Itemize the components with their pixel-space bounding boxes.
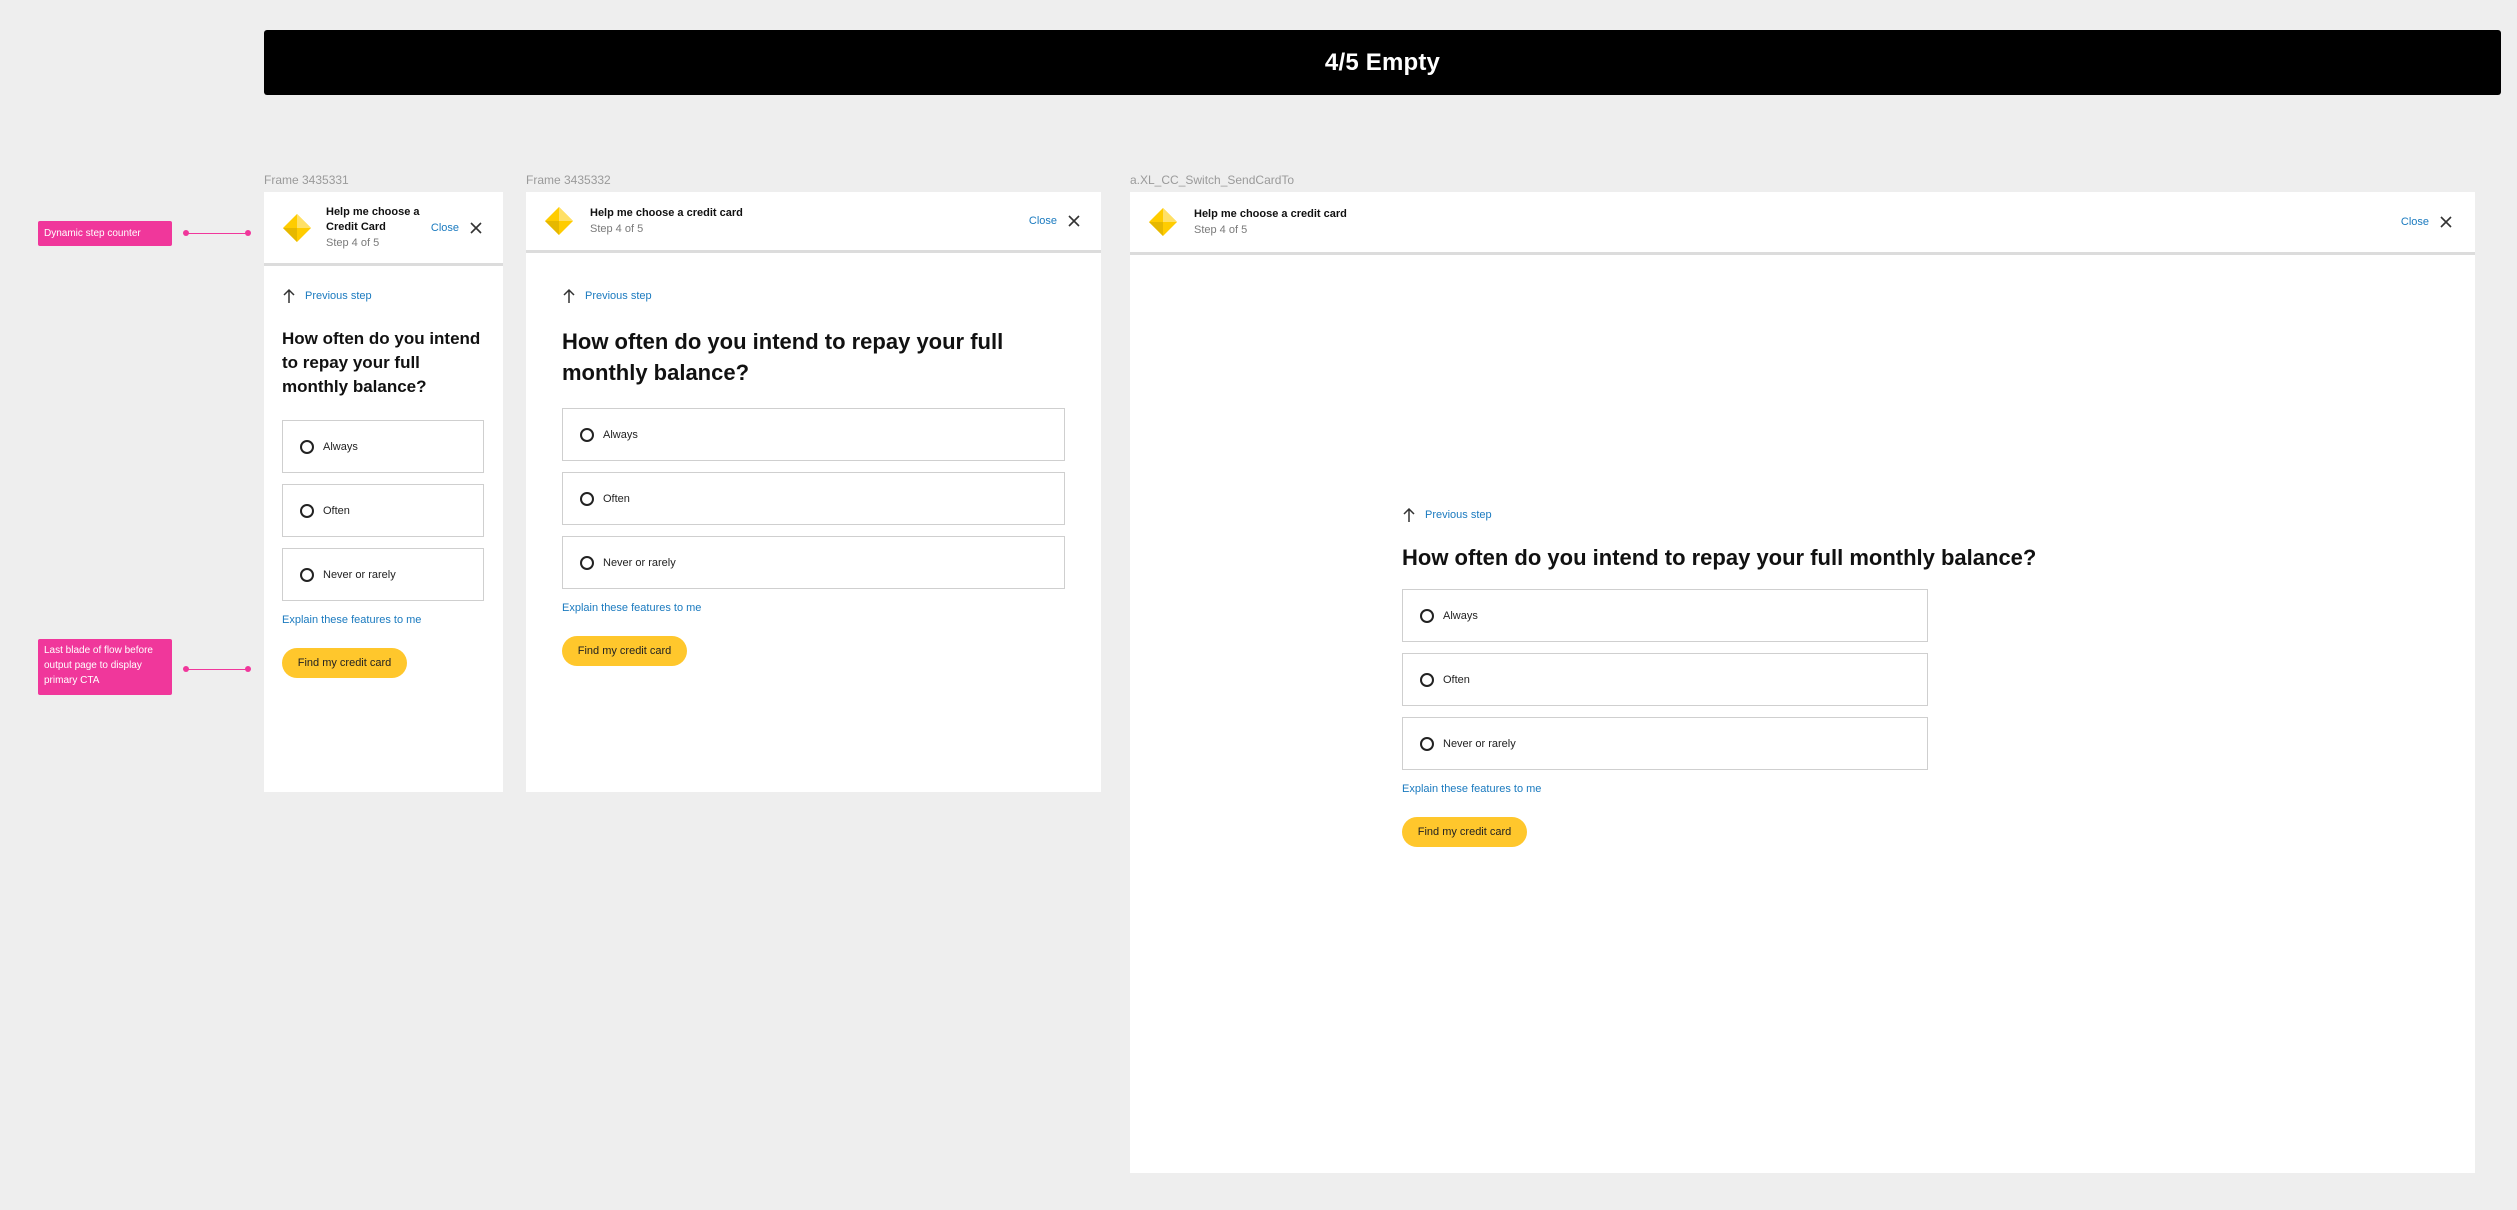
option-label: Never or rarely xyxy=(603,556,676,569)
header-title: Help me choose a Credit Card xyxy=(326,205,420,233)
header-banner: 4/5 Empty xyxy=(264,30,2501,95)
frame-desktop: Help me choose a credit card Step 4 of 5… xyxy=(1130,192,2475,1173)
arrow-up-icon xyxy=(563,288,575,303)
close-label: Close xyxy=(1028,215,1057,227)
question-content: Previous step How often do you intend to… xyxy=(1402,507,2036,907)
previous-step-label: Previous step xyxy=(1425,509,1492,521)
arrow-up-icon xyxy=(283,288,295,303)
find-credit-card-button[interactable]: Find my credit card xyxy=(1402,817,1527,847)
option-never-or-rarely[interactable]: Never or rarely xyxy=(562,536,1065,589)
radio-icon xyxy=(580,555,594,570)
option-often[interactable]: Often xyxy=(1402,653,1928,706)
header-title: Help me choose a credit card xyxy=(1194,207,1347,220)
annotation-dot xyxy=(183,230,189,236)
diamond-logo-icon xyxy=(545,207,573,235)
radio-icon xyxy=(580,491,594,506)
explain-features-link[interactable]: Explain these features to me xyxy=(562,602,701,614)
radio-icon xyxy=(1420,672,1434,687)
header-text: Help me choose a credit card Step 4 of 5 xyxy=(590,206,743,237)
diamond-logo-icon xyxy=(1149,208,1177,236)
frame-label: Frame 3435331 xyxy=(264,173,349,187)
radio-icon xyxy=(1420,736,1434,751)
frame-mobile: Help me choose a Credit Card Step 4 of 5… xyxy=(264,192,503,792)
annotation-connector xyxy=(186,233,248,234)
option-label: Often xyxy=(323,504,350,517)
option-label: Never or rarely xyxy=(1443,737,1516,750)
question-heading: How often do you intend to repay your fu… xyxy=(282,329,481,396)
banner-title: 4/5 Empty xyxy=(1324,48,1441,76)
find-credit-card-button[interactable]: Find my credit card xyxy=(282,648,407,678)
step-counter: Step 4 of 5 xyxy=(1194,223,1248,236)
previous-step-link[interactable]: Previous step xyxy=(562,288,1065,304)
option-often[interactable]: Often xyxy=(562,472,1065,525)
header-title: Help me choose a credit card xyxy=(590,206,743,219)
option-label: Always xyxy=(1443,609,1478,622)
explain-features-link[interactable]: Explain these features to me xyxy=(1402,783,1541,795)
close-icon xyxy=(470,221,482,234)
question-heading: How often do you intend to repay your fu… xyxy=(562,329,1004,385)
previous-step-link[interactable]: Previous step xyxy=(282,288,484,304)
header-text: Help me choose a Credit Card Step 4 of 5 xyxy=(326,205,424,251)
option-often[interactable]: Often xyxy=(282,484,484,537)
close-label: Close xyxy=(430,221,459,234)
option-always[interactable]: Always xyxy=(562,408,1065,461)
option-label: Always xyxy=(323,440,358,453)
annotation-step-counter: Dynamic step counter xyxy=(38,221,172,246)
step-counter: Step 4 of 5 xyxy=(590,222,644,235)
previous-step-link[interactable]: Previous step xyxy=(1402,507,1928,523)
option-label: Often xyxy=(1443,673,1470,686)
frame-header: Help me choose a credit card Step 4 of 5… xyxy=(526,192,1101,253)
question-heading: How often do you intend to repay your fu… xyxy=(1402,545,2037,570)
frame-header: Help me choose a Credit Card Step 4 of 5… xyxy=(264,192,503,266)
frame-label: Frame 3435332 xyxy=(526,173,611,187)
radio-icon xyxy=(300,567,314,582)
close-icon xyxy=(2440,216,2452,228)
option-always[interactable]: Always xyxy=(282,420,484,473)
annotation-dot xyxy=(245,666,251,672)
frame-label: a.XL_CC_Switch_SendCardTo xyxy=(1130,173,1295,187)
option-never-or-rarely[interactable]: Never or rarely xyxy=(1402,717,1928,770)
option-label: Never or rarely xyxy=(323,568,396,581)
radio-icon xyxy=(580,427,594,442)
radio-icon xyxy=(300,503,314,518)
annotation-dot xyxy=(245,230,251,236)
find-credit-card-button[interactable]: Find my credit card xyxy=(562,636,687,666)
close-label: Close xyxy=(2400,216,2429,228)
previous-step-label: Previous step xyxy=(305,290,372,302)
annotation-connector xyxy=(186,669,248,670)
option-label: Always xyxy=(603,428,638,441)
annotation-dot xyxy=(183,666,189,672)
close-button[interactable]: Close xyxy=(2401,215,2453,229)
header-text: Help me choose a credit card Step 4 of 5 xyxy=(1194,207,1347,238)
radio-icon xyxy=(300,439,314,454)
frame-header: Help me choose a credit card Step 4 of 5… xyxy=(1130,192,2475,255)
arrow-up-icon xyxy=(1403,507,1415,522)
option-never-or-rarely[interactable]: Never or rarely xyxy=(282,548,484,601)
option-always[interactable]: Always xyxy=(1402,589,1928,642)
radio-icon xyxy=(1420,608,1434,623)
frame-tablet: Help me choose a credit card Step 4 of 5… xyxy=(526,192,1101,792)
option-label: Often xyxy=(603,492,630,505)
question-content: Previous step How often do you intend to… xyxy=(562,288,1065,688)
question-content: Previous step How often do you intend to… xyxy=(282,288,484,688)
step-counter: Step 4 of 5 xyxy=(326,236,380,249)
close-button[interactable]: Close xyxy=(1029,214,1081,228)
annotation-primary-cta: Last blade of flow before output page to… xyxy=(38,639,172,695)
diamond-logo-icon xyxy=(283,213,311,242)
close-button[interactable]: Close xyxy=(431,221,483,235)
explain-features-link[interactable]: Explain these features to me xyxy=(282,614,421,626)
previous-step-label: Previous step xyxy=(585,290,652,302)
close-icon xyxy=(1068,215,1080,227)
